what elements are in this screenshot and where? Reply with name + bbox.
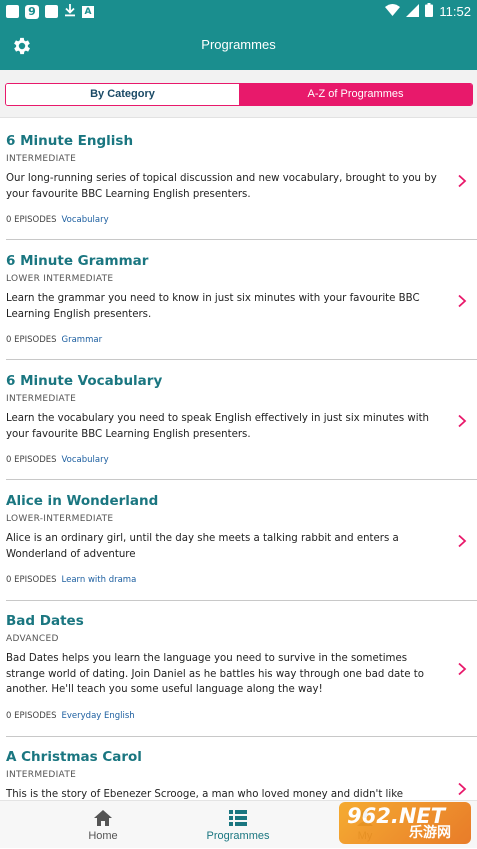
list-item[interactable]: A Christmas Carol INTERMEDIATE This is t…	[0, 749, 477, 800]
episode-count: 0 EPISODES	[6, 575, 57, 585]
list-grid-icon	[228, 809, 248, 831]
programme-title: 6 Minute Grammar	[6, 253, 149, 269]
programme-level: INTERMEDIATE	[6, 154, 77, 164]
tab-home[interactable]: Home	[43, 801, 163, 849]
tab-home-label: Home	[88, 830, 118, 842]
category-tag[interactable]: Everyday English	[62, 711, 135, 721]
episode-count: 0 EPISODES	[6, 711, 57, 721]
status-time: 11:52	[439, 4, 471, 19]
programme-level: LOWER INTERMEDIATE	[6, 274, 114, 284]
a-app-icon: A	[82, 5, 94, 18]
programme-level: INTERMEDIATE	[6, 394, 77, 404]
programme-meta: 0 EPISODES Learn with drama	[6, 575, 136, 585]
list-item[interactable]: 6 Minute Grammar LOWER INTERMEDIATE Lear…	[0, 253, 477, 359]
tab-a-z-programmes[interactable]: A-Z of Programmes	[239, 84, 472, 105]
wifi-icon	[385, 4, 401, 19]
programme-description: Our long-running series of topical discu…	[6, 173, 437, 200]
programme-meta: 0 EPISODES Everyday English	[6, 711, 135, 721]
divider	[6, 600, 477, 601]
programme-meta: 0 EPISODES Vocabulary	[6, 215, 109, 225]
home-icon	[93, 809, 113, 831]
category-segmented-control: By Category A-Z of Programmes	[5, 83, 473, 106]
chevron-right-icon[interactable]	[457, 781, 467, 796]
status-bar-system: 11:52	[385, 3, 471, 20]
divider	[6, 359, 477, 360]
chevron-right-icon[interactable]	[457, 293, 467, 308]
page-title: Programmes	[201, 37, 276, 52]
programme-level: INTERMEDIATE	[6, 770, 77, 780]
tab-programmes-label: Programmes	[206, 830, 270, 842]
app-bar: Programmes	[0, 20, 477, 70]
signal-icon	[406, 3, 420, 20]
chevron-right-icon[interactable]	[457, 533, 467, 548]
programme-description: Learn the vocabulary you need to speak E…	[6, 413, 430, 440]
episode-count: 0 EPISODES	[6, 215, 57, 225]
status-bar: 9 A 11:52	[0, 0, 477, 20]
tab-programmes[interactable]: Programmes	[178, 801, 298, 849]
download-icon	[64, 3, 76, 20]
programme-meta: 0 EPISODES Vocabulary	[6, 455, 109, 465]
divider	[6, 736, 477, 737]
notification-box-icon	[6, 5, 19, 18]
battery-icon	[425, 3, 434, 20]
chevron-right-icon[interactable]	[457, 661, 467, 676]
list-item[interactable]: 6 Minute Vocabulary INTERMEDIATE Learn t…	[0, 373, 477, 479]
programme-description: Learn the grammar you need to know in ju…	[6, 293, 420, 320]
episode-count: 0 EPISODES	[6, 455, 57, 465]
list-item[interactable]: Alice in Wonderland LOWER-INTERMEDIATE A…	[0, 493, 477, 599]
programme-level: ADVANCED	[6, 634, 59, 644]
divider	[6, 239, 477, 240]
filter-bar: By Category A-Z of Programmes	[0, 70, 477, 118]
category-tag[interactable]: Vocabulary	[62, 215, 109, 225]
tab-by-category[interactable]: By Category	[6, 84, 239, 105]
programme-title: Bad Dates	[6, 613, 84, 629]
programme-title: Alice in Wonderland	[6, 493, 159, 509]
status-bar-notifications: 9 A	[6, 3, 94, 20]
programme-level: LOWER-INTERMEDIATE	[6, 514, 114, 524]
chevron-right-icon[interactable]	[457, 173, 467, 188]
square-icon	[45, 5, 58, 18]
programme-title: A Christmas Carol	[6, 749, 142, 765]
programme-meta: 0 EPISODES Grammar	[6, 335, 102, 345]
list-item[interactable]: Bad Dates ADVANCED Bad Dates helps you l…	[0, 613, 477, 735]
programme-title: 6 Minute English	[6, 133, 134, 149]
programme-description: Bad Dates helps you learn the language y…	[6, 653, 425, 695]
programme-list: 6 Minute English INTERMEDIATE Our long-r…	[0, 119, 477, 800]
programme-description: Alice is an ordinary girl, until the day…	[6, 533, 399, 560]
divider	[6, 479, 477, 480]
chevron-right-icon[interactable]	[457, 413, 467, 428]
list-item[interactable]: 6 Minute English INTERMEDIATE Our long-r…	[0, 133, 477, 239]
watermark-text: 乐游网	[409, 825, 451, 841]
programme-title: 6 Minute Vocabulary	[6, 373, 163, 389]
category-tag[interactable]: Grammar	[62, 335, 103, 345]
category-tag[interactable]: Learn with drama	[62, 575, 137, 585]
programme-description: This is the story of Ebenezer Scrooge, a…	[6, 789, 404, 800]
nine-app-icon: 9	[25, 4, 39, 19]
category-tag[interactable]: Vocabulary	[62, 455, 109, 465]
episode-count: 0 EPISODES	[6, 335, 57, 345]
watermark-logo: 962.NET 乐游网	[339, 802, 471, 844]
